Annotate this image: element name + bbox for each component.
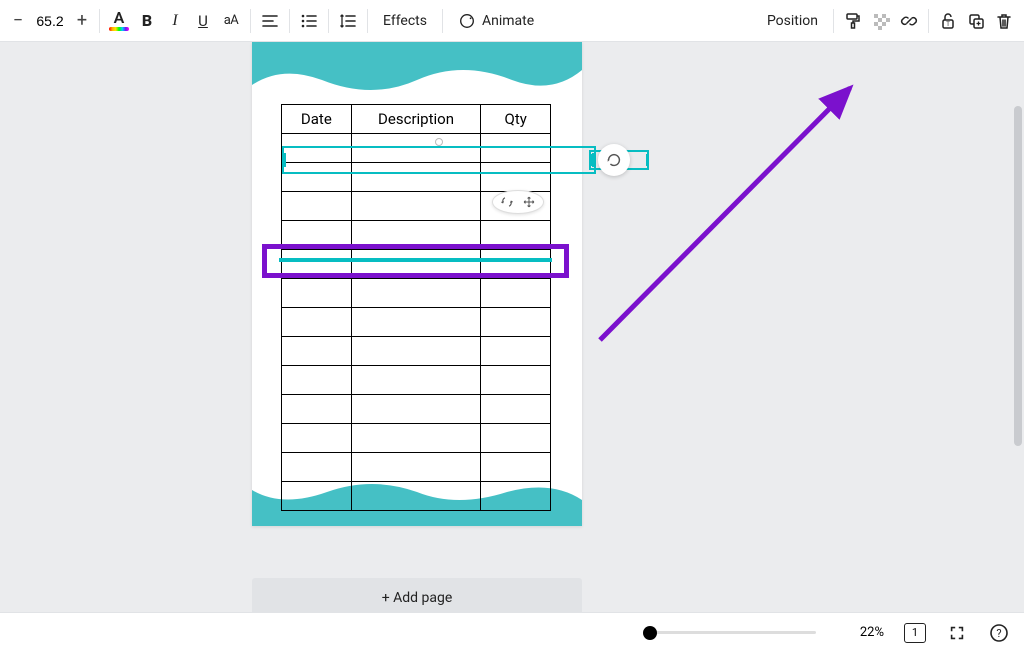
svg-text:?: ? xyxy=(996,627,1001,640)
rotate-floating-button[interactable] xyxy=(598,144,630,176)
align-icon xyxy=(260,11,280,31)
font-size-input[interactable] xyxy=(30,13,70,29)
font-size-stepper: − + xyxy=(6,7,94,35)
design-page[interactable]: Date Description Qty xyxy=(252,42,582,526)
alignment-button[interactable] xyxy=(256,6,284,36)
paint-roller-icon xyxy=(843,11,863,31)
annotation-arrow xyxy=(560,80,940,370)
format-painter-button[interactable] xyxy=(839,6,867,36)
animate-button[interactable]: Animate xyxy=(448,6,544,36)
table-row[interactable] xyxy=(282,279,551,308)
italic-button[interactable]: I xyxy=(161,6,189,36)
annotation-highlight-box xyxy=(262,244,569,278)
zoom-slider-thumb[interactable] xyxy=(643,626,657,640)
separator xyxy=(289,9,290,33)
swap-button[interactable] xyxy=(496,191,518,213)
text-color-icon: A xyxy=(114,10,125,26)
resize-handle-right[interactable] xyxy=(646,154,649,166)
spacing-icon xyxy=(338,11,358,31)
status-bar: 22% 1 ? xyxy=(0,612,1024,652)
add-page-button[interactable]: + Add page xyxy=(252,578,582,612)
underline-button[interactable]: U xyxy=(189,6,217,36)
table-row[interactable] xyxy=(282,482,551,511)
duplicate-button[interactable] xyxy=(962,6,990,36)
rotate-icon xyxy=(605,151,623,169)
underline-icon: U xyxy=(198,12,208,30)
vertical-scrollbar[interactable] xyxy=(1014,48,1022,607)
trash-icon xyxy=(994,11,1014,31)
animate-icon xyxy=(458,12,476,30)
animate-label: Animate xyxy=(482,13,534,29)
move-icon xyxy=(522,195,536,209)
effects-button[interactable]: Effects xyxy=(373,6,437,36)
text-case-button[interactable]: aA xyxy=(217,6,245,36)
lock-button[interactable]: T xyxy=(934,6,962,36)
zoom-slider[interactable] xyxy=(646,631,816,634)
page-number-badge: 1 xyxy=(904,623,926,643)
fullscreen-button[interactable] xyxy=(946,622,968,644)
bold-button[interactable]: B xyxy=(133,6,161,36)
table-row[interactable] xyxy=(282,337,551,366)
help-button[interactable]: ? xyxy=(988,622,1010,644)
zoom-percent-label[interactable]: 22% xyxy=(860,625,884,640)
font-size-increase-button[interactable]: + xyxy=(70,7,94,35)
separator xyxy=(328,9,329,33)
floating-action-group xyxy=(492,190,544,214)
separator xyxy=(833,9,834,33)
help-icon: ? xyxy=(989,623,1009,643)
fullscreen-icon xyxy=(948,624,966,642)
rainbow-bar-icon xyxy=(109,27,129,31)
font-size-decrease-button[interactable]: − xyxy=(6,7,30,35)
table-header-row[interactable]: Date Description Qty xyxy=(282,105,551,134)
annotation-inner-line xyxy=(279,258,552,262)
svg-text:T: T xyxy=(946,21,950,28)
transparency-icon xyxy=(871,11,891,31)
spacing-button[interactable] xyxy=(334,6,362,36)
text-color-button[interactable]: A xyxy=(105,6,133,36)
separator xyxy=(250,9,251,33)
italic-icon: I xyxy=(172,12,177,30)
table-header-cell[interactable]: Qty xyxy=(481,105,551,134)
separator xyxy=(442,9,443,33)
duplicate-icon xyxy=(966,11,986,31)
link-button[interactable] xyxy=(895,6,923,36)
rotation-handle[interactable] xyxy=(435,138,443,146)
swap-icon xyxy=(500,195,514,209)
canvas-area[interactable]: Date Description Qty xyxy=(0,42,1024,612)
transparency-button[interactable] xyxy=(867,6,895,36)
unlock-icon: T xyxy=(938,11,958,31)
table-row[interactable] xyxy=(282,424,551,453)
top-toolbar: − + A B I U aA Effects Animate Position xyxy=(0,0,1024,42)
link-icon xyxy=(899,11,919,31)
bold-icon: B xyxy=(142,11,152,30)
move-button[interactable] xyxy=(518,191,540,213)
wave-top-decoration xyxy=(252,42,582,98)
table-row[interactable] xyxy=(282,308,551,337)
list-icon xyxy=(299,11,319,31)
table-row[interactable] xyxy=(282,366,551,395)
scrollbar-thumb[interactable] xyxy=(1014,106,1022,446)
page-indicator[interactable]: 1 xyxy=(904,622,926,644)
table-row[interactable] xyxy=(282,395,551,424)
table-header-cell[interactable]: Description xyxy=(351,105,481,134)
separator xyxy=(99,9,100,33)
text-selection-box[interactable] xyxy=(282,146,596,174)
list-button[interactable] xyxy=(295,6,323,36)
resize-handle-left[interactable] xyxy=(589,154,592,166)
resize-handle-left[interactable] xyxy=(282,153,286,167)
separator xyxy=(367,9,368,33)
table-row[interactable] xyxy=(282,453,551,482)
table-header-cell[interactable]: Date xyxy=(282,105,352,134)
separator xyxy=(928,9,929,33)
text-case-icon: aA xyxy=(224,13,239,28)
position-button[interactable]: Position xyxy=(757,6,828,36)
delete-button[interactable] xyxy=(990,6,1018,36)
